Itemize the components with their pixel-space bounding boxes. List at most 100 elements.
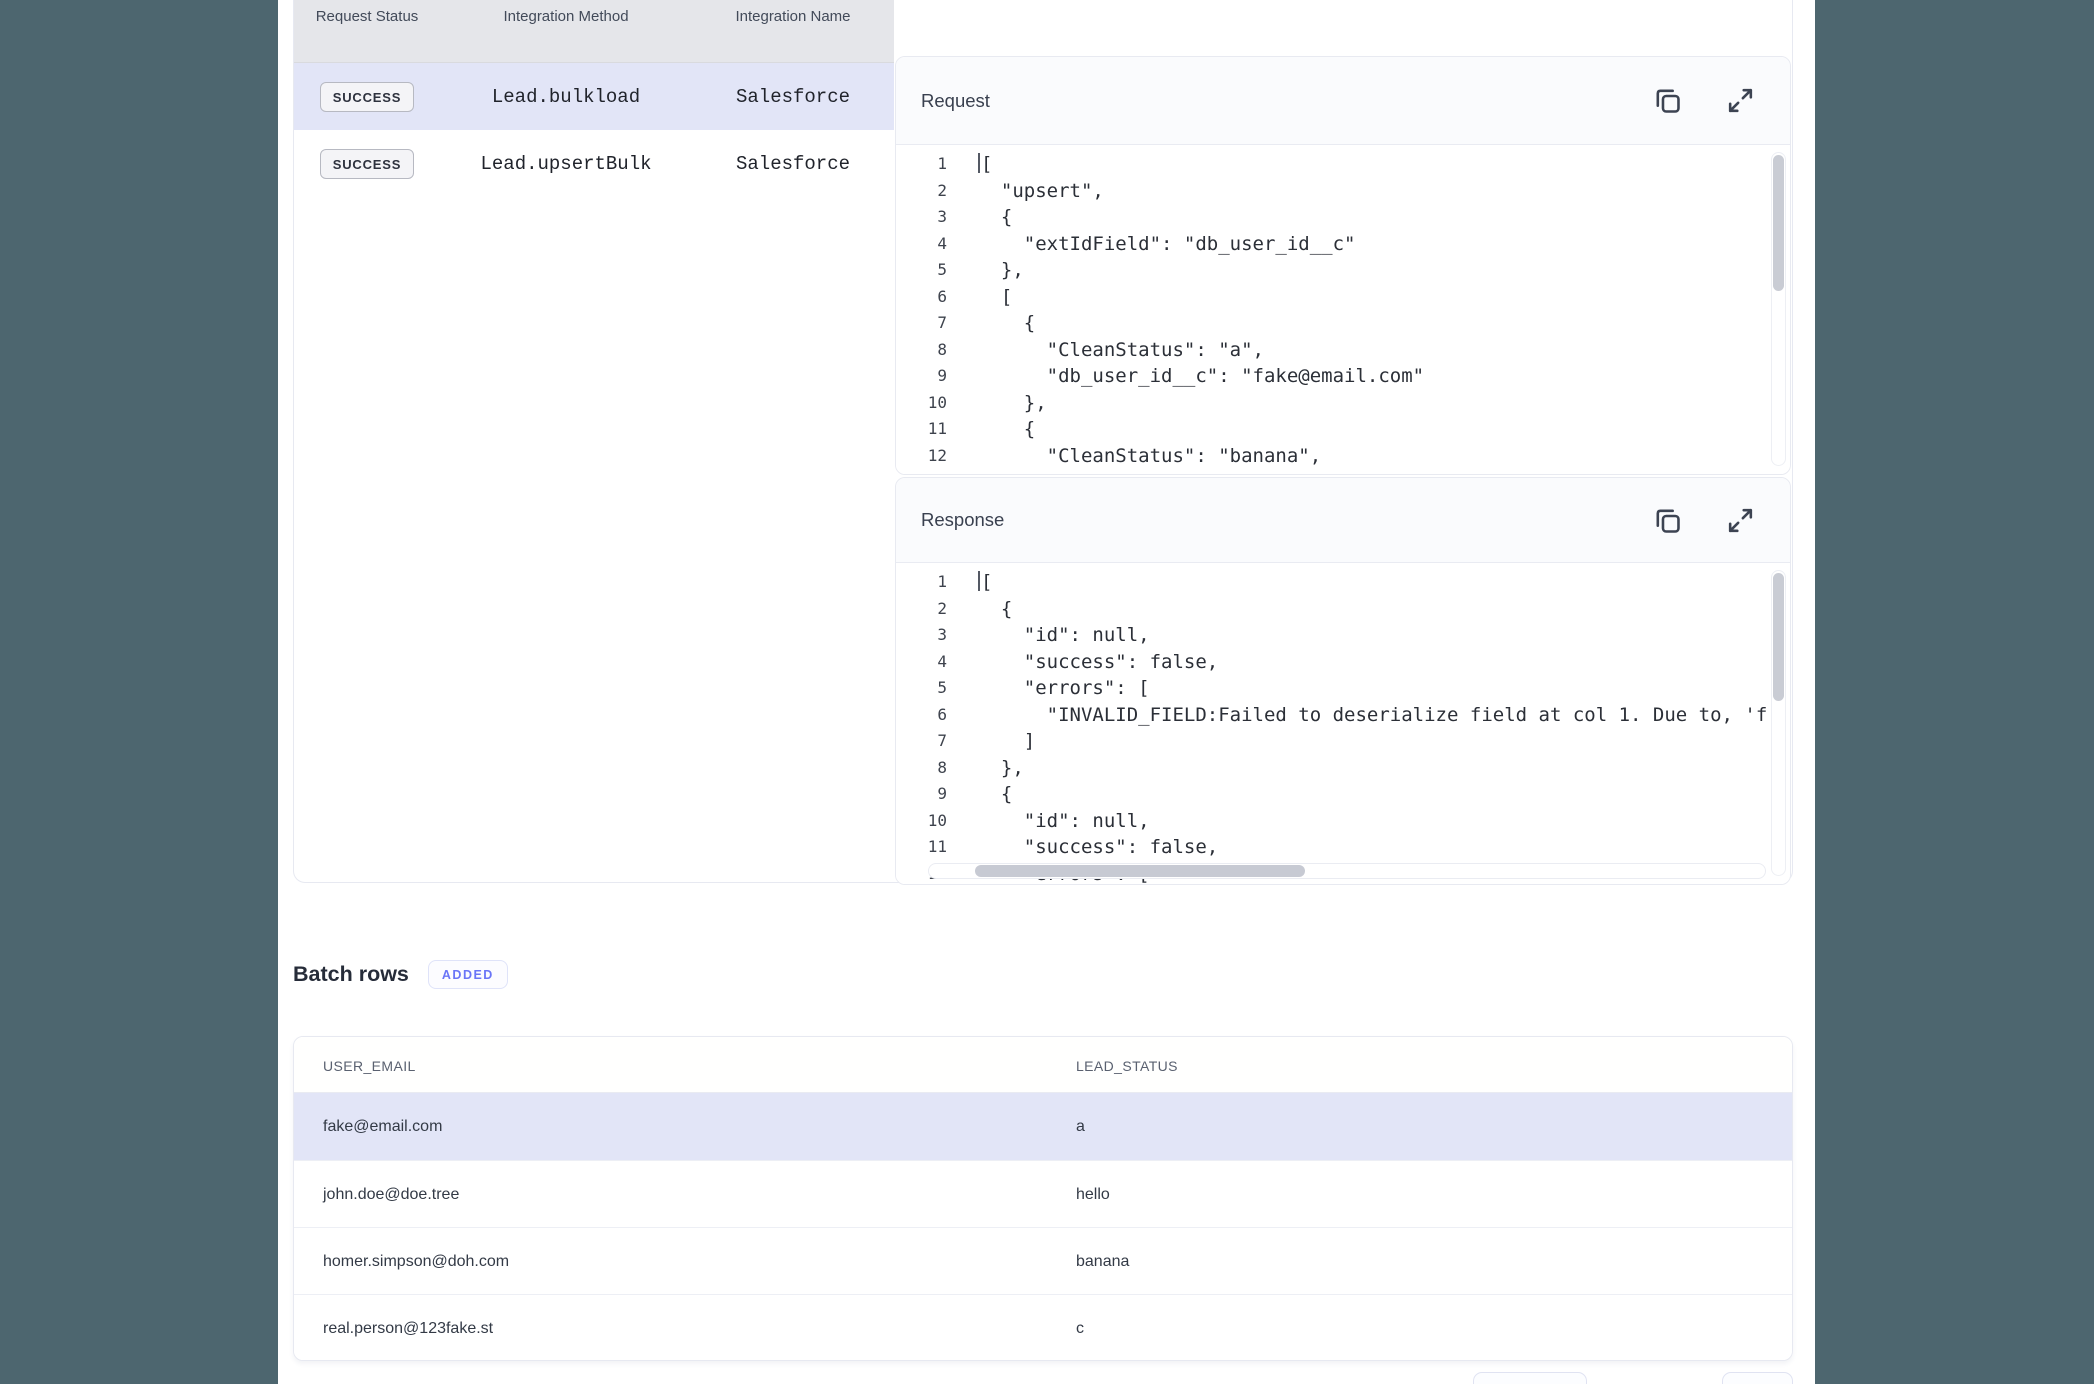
footer-button-right[interactable] xyxy=(1722,1372,1793,1384)
batch-row[interactable]: john.doe@doe.tree hello xyxy=(294,1160,1792,1227)
code-text: "id": null, xyxy=(978,622,1150,649)
user-email-cell: homer.simpson@doh.com xyxy=(323,1228,509,1295)
code-text: "INVALID_FIELD:Failed to deserialize fie… xyxy=(978,702,1767,729)
code-line: 9 { xyxy=(896,781,1790,808)
text-cursor xyxy=(978,153,980,173)
line-number: 5 xyxy=(896,257,947,284)
added-badge: ADDED xyxy=(428,960,508,989)
integration-method-cell: Lead.bulkload xyxy=(440,63,692,130)
line-number: 6 xyxy=(896,702,947,729)
code-text: "errors": [ xyxy=(978,675,1150,702)
code-line: 6 "INVALID_FIELD:Failed to deserialize f… xyxy=(896,702,1790,729)
batch-table-header: USER_EMAIL LEAD_STATUS xyxy=(294,1037,1792,1093)
line-number: 5 xyxy=(896,675,947,702)
code-text: [ xyxy=(978,284,1012,311)
code-line: 10 }, xyxy=(896,390,1790,417)
line-number: 1 xyxy=(896,151,947,178)
code-text: "extIdField": "db_user_id__c" xyxy=(978,231,1356,258)
line-number: 3 xyxy=(896,622,947,649)
request-panel-header: Request xyxy=(896,57,1790,145)
code-text: }, xyxy=(978,257,1024,284)
column-header-integration-method: Integration Method xyxy=(440,7,692,26)
code-text: { xyxy=(978,310,1035,337)
code-text: "upsert", xyxy=(978,178,1104,205)
request-status-cell: SUCCESS xyxy=(294,130,440,197)
code-line: 10 "id": null, xyxy=(896,808,1790,835)
request-detail-modal: Request Status Integration Method Integr… xyxy=(278,0,1815,1384)
line-number: 11 xyxy=(896,834,947,861)
code-line: 2 { xyxy=(896,596,1790,623)
request-code-editor[interactable]: 1[2 "upsert",3 {4 "extIdField": "db_user… xyxy=(896,146,1790,474)
code-line: 4 "extIdField": "db_user_id__c" xyxy=(896,231,1790,258)
request-row[interactable]: SUCCESS Lead.bulkloadSalesforce xyxy=(294,63,894,130)
code-text: "id": null, xyxy=(978,808,1150,835)
copy-icon[interactable] xyxy=(1650,503,1684,537)
code-text: { xyxy=(978,416,1035,443)
response-panel-header: Response xyxy=(896,478,1790,563)
line-number: 8 xyxy=(896,755,947,782)
copy-icon[interactable] xyxy=(1650,84,1684,118)
integration-method-cell: Lead.upsertBulk xyxy=(440,130,692,197)
scrollbar-thumb[interactable] xyxy=(1773,155,1784,291)
code-text: { xyxy=(978,204,1012,231)
scrollbar-thumb[interactable] xyxy=(1773,573,1784,701)
code-text: [ xyxy=(978,569,992,596)
lead-status-cell: a xyxy=(1076,1093,1085,1160)
user-email-cell: john.doe@doe.tree xyxy=(323,1161,459,1228)
batch-rows-header: Batch rows ADDED xyxy=(293,956,508,992)
scrollbar-thumb[interactable] xyxy=(975,865,1305,877)
batch-row[interactable]: real.person@123fake.stc xyxy=(294,1294,1792,1361)
code-text: "db_user_id__c": "fake@email.com" xyxy=(978,363,1424,390)
line-number: 6 xyxy=(896,284,947,311)
column-header-user-email: USER_EMAIL xyxy=(323,1037,416,1093)
code-line: 1[ xyxy=(896,151,1790,178)
code-text: ] xyxy=(978,728,1035,755)
line-number: 7 xyxy=(896,728,947,755)
response-vertical-scrollbar[interactable] xyxy=(1771,570,1786,876)
footer-button-left[interactable] xyxy=(1473,1372,1587,1384)
batch-row[interactable]: homer.simpson@doh.combanana xyxy=(294,1227,1792,1294)
code-line: 3 { xyxy=(896,204,1790,231)
lead-status-cell: c xyxy=(1076,1295,1084,1361)
line-number: 12 xyxy=(896,443,947,470)
code-text: "success": false, xyxy=(978,834,1218,861)
line-number: 7 xyxy=(896,310,947,337)
code-line: 7 ] xyxy=(896,728,1790,755)
response-panel: Response 1[2 {3 "id": null,4 "success": xyxy=(895,477,1791,885)
code-line: 11 "success": false, xyxy=(896,834,1790,861)
request-panel: Request 1[2 "upsert",3 {4 "extIdField": … xyxy=(895,56,1791,475)
code-text: "CleanStatus": "a", xyxy=(978,337,1264,364)
code-line: 8 "CleanStatus": "a", xyxy=(896,337,1790,364)
code-line: 9 "db_user_id__c": "fake@email.com" xyxy=(896,363,1790,390)
line-number: 9 xyxy=(896,781,947,808)
lead-status-cell: hello xyxy=(1076,1161,1110,1228)
integration-name-cell: Salesforce xyxy=(692,63,894,130)
code-text: [ xyxy=(978,151,992,178)
expand-icon[interactable] xyxy=(1723,84,1757,118)
line-number: 11 xyxy=(896,416,947,443)
request-vertical-scrollbar[interactable] xyxy=(1771,152,1786,466)
text-cursor xyxy=(978,571,980,591)
code-line: 7 { xyxy=(896,310,1790,337)
code-line: 5 }, xyxy=(896,257,1790,284)
column-header-lead-status: LEAD_STATUS xyxy=(1076,1037,1178,1093)
column-header-request-status: Request Status xyxy=(294,7,440,26)
code-text: "success": false, xyxy=(978,649,1218,676)
code-line: 13 "db_user_id__c": "homer.simpson@doh.c… xyxy=(896,469,1790,474)
code-text: { xyxy=(978,596,1012,623)
expand-icon[interactable] xyxy=(1723,503,1757,537)
code-text: }, xyxy=(978,755,1024,782)
response-code-editor[interactable]: 1[2 {3 "id": null,4 "success": false,5 "… xyxy=(896,564,1790,884)
column-header-integration-name: Integration Name xyxy=(692,7,894,26)
response-panel-title: Response xyxy=(921,478,1004,562)
code-line: 3 "id": null, xyxy=(896,622,1790,649)
batch-row[interactable]: fake@email.coma xyxy=(294,1093,1792,1160)
batch-rows-title: Batch rows xyxy=(293,962,409,987)
code-text: }, xyxy=(978,390,1047,417)
status-badge: SUCCESS xyxy=(320,82,414,112)
batch-rows-table: USER_EMAIL LEAD_STATUS fake@email.comajo… xyxy=(293,1036,1793,1361)
response-horizontal-scrollbar[interactable] xyxy=(928,863,1766,879)
line-number: 3 xyxy=(896,204,947,231)
integration-name-cell: Salesforce xyxy=(692,130,894,197)
request-row[interactable]: SUCCESSLead.upsertBulkSalesforce xyxy=(294,130,894,197)
